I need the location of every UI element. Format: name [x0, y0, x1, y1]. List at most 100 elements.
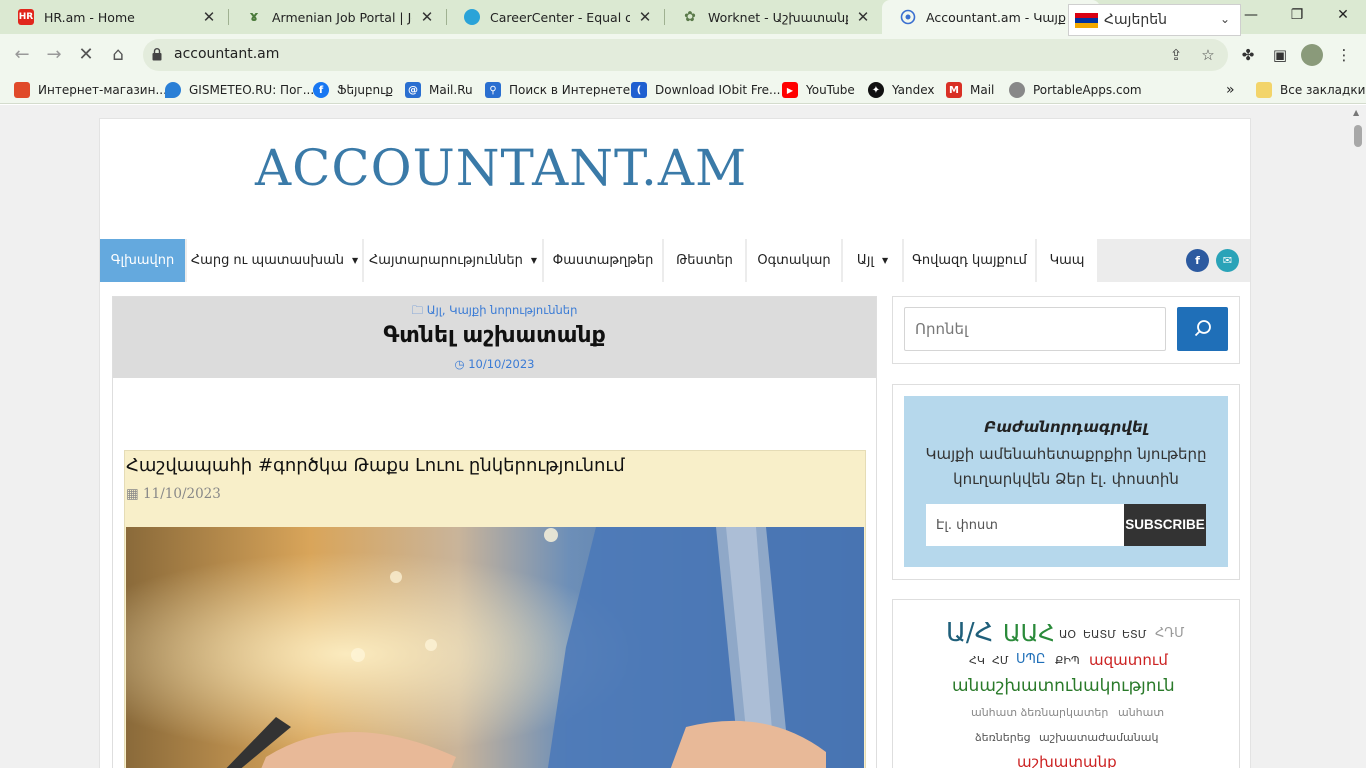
- profile-avatar[interactable]: [1301, 44, 1323, 66]
- tag-link[interactable]: ՀՄ: [992, 654, 1009, 667]
- subscribe-button[interactable]: SUBSCRIBE: [1124, 504, 1206, 546]
- bookmark-item[interactable]: GISMETEO.RU: Пог...: [165, 81, 314, 99]
- nav-home[interactable]: Գլխավոր: [100, 239, 187, 282]
- forward-button[interactable]: →: [39, 40, 69, 70]
- subscribe-heading: Բաժանորդագրվել: [984, 418, 1148, 436]
- tag-link[interactable]: ԱԱՀ: [1003, 621, 1055, 647]
- page-scrollbar[interactable]: ▲: [1350, 105, 1366, 768]
- tag-link[interactable]: անհատ: [1118, 706, 1164, 719]
- bookmark-item[interactable]: ▶ YouTube: [782, 81, 855, 99]
- bookmark-item[interactable]: ✦ Yandex: [868, 81, 935, 99]
- nav-announcements[interactable]: Հայտարարություններ ▼: [364, 239, 544, 282]
- nav-useful[interactable]: Օգտակար: [747, 239, 843, 282]
- tab-hr-am[interactable]: HR HR.am - Home ✕: [0, 0, 228, 34]
- calendar-icon: ▦: [126, 486, 144, 502]
- tab-title: Armenian Job Portal | Jobs in: [272, 9, 412, 25]
- envelope-icon[interactable]: ✉: [1216, 249, 1239, 272]
- tag-link[interactable]: ՀԴՄ: [1155, 626, 1184, 641]
- email-field[interactable]: Էլ. փոստ: [926, 504, 1124, 546]
- chevron-down-icon: ⌄: [1219, 12, 1230, 26]
- search-icon: ⚲: [485, 82, 501, 98]
- bookmarks-overflow-icon[interactable]: »: [1226, 81, 1235, 99]
- stop-loading-button[interactable]: ✕: [71, 40, 101, 70]
- address-bar[interactable]: accountant.am ⇪ ☆: [143, 39, 1228, 71]
- store-icon: [14, 82, 30, 98]
- article-image[interactable]: [126, 527, 864, 768]
- bookmark-item[interactable]: @ Mail.Ru: [405, 81, 473, 99]
- youtube-icon: ▶: [782, 82, 798, 98]
- tag-link[interactable]: Ա/Հ: [946, 618, 993, 648]
- tag-link[interactable]: աշխատաժամանակ: [1039, 731, 1158, 744]
- folder-icon: 🗀: [411, 303, 427, 317]
- search-icon: [1194, 320, 1211, 337]
- bookmark-item[interactable]: PortableApps.com: [1009, 81, 1142, 99]
- tag-link[interactable]: ԱՕ: [1059, 628, 1076, 641]
- nav-tests[interactable]: Թեստեր: [664, 239, 747, 282]
- article-date: ▦ 11/10/2023: [126, 486, 221, 502]
- main-nav: Գլխավոր Հարց ու պատասխան ▼ Հայտարարությու…: [100, 239, 1250, 282]
- search-button[interactable]: [1177, 307, 1228, 351]
- nav-documents[interactable]: Փաստաթղթեր: [544, 239, 664, 282]
- tab-careercenter[interactable]: CareerCenter - Equal opport ✕: [446, 0, 664, 34]
- bookmark-star-icon[interactable]: ☆: [1198, 45, 1218, 65]
- close-tab-icon[interactable]: ✕: [854, 8, 872, 26]
- tag-link[interactable]: ՀԿ: [969, 654, 985, 667]
- site-logo[interactable]: ACCOUNTANT.AM: [255, 139, 747, 197]
- nav-contact[interactable]: Կապ: [1037, 239, 1099, 282]
- drop-icon: [165, 82, 181, 98]
- close-window-button[interactable]: ✕: [1320, 0, 1366, 30]
- restore-button[interactable]: ❐: [1274, 0, 1320, 30]
- nav-qa[interactable]: Հարց ու պատասխան ▼: [187, 239, 364, 282]
- tab-title: Worknet - Աշխատանքայի: [708, 9, 848, 25]
- iobit-icon: (: [631, 82, 647, 98]
- article-card[interactable]: Հաշվապահի #գործկա Թաքս Լուու ընկերությու…: [124, 450, 866, 768]
- clock-icon: ◷: [454, 357, 469, 371]
- tag-link[interactable]: ՔԻՊ: [1055, 654, 1080, 667]
- facebook-icon[interactable]: f: [1186, 249, 1209, 272]
- tag-link[interactable]: ԵՏՄ: [1122, 628, 1147, 641]
- extensions-icon[interactable]: ✤: [1237, 44, 1259, 66]
- nav-other[interactable]: Այլ ▼: [843, 239, 904, 282]
- post-header: 🗀 Այլ, Կայքի նորություններ Գտնել աշխատան…: [113, 297, 876, 378]
- site-container: ACCOUNTANT.AM Գլխավոր Հարց ու պատասխան ▼ …: [99, 118, 1251, 768]
- caret-down-icon: ▼: [351, 256, 359, 265]
- side-panel-icon[interactable]: ▣: [1269, 44, 1291, 66]
- lock-icon: [152, 48, 162, 61]
- bookmark-item[interactable]: Интернет-магазин...: [14, 81, 167, 99]
- tab-worknet[interactable]: ✿ Worknet - Աշխատանքայի ✕: [664, 0, 882, 34]
- folder-icon: [1256, 82, 1272, 98]
- scroll-up-icon[interactable]: ▲: [1353, 108, 1359, 117]
- article-title[interactable]: Հաշվապահի #գործկա Թաքս Լուու ընկերությու…: [126, 455, 625, 476]
- bookmark-item[interactable]: f Ֆեյսբուք: [313, 81, 393, 99]
- tag-link[interactable]: ձեռներեց: [975, 731, 1031, 744]
- all-bookmarks[interactable]: Все закладки: [1256, 81, 1365, 99]
- yandex-icon: ✦: [868, 82, 884, 98]
- post-date: ◷ 10/10/2023: [454, 357, 535, 371]
- tag-link[interactable]: ՍՊԸ: [1016, 652, 1045, 667]
- tag-link[interactable]: անհատ ձեռնարկատեր: [971, 706, 1108, 719]
- menu-icon[interactable]: ⋮: [1333, 44, 1355, 66]
- language-selector[interactable]: Հայերեն ⌄: [1068, 4, 1241, 36]
- bookmark-item[interactable]: M Mail: [946, 81, 994, 99]
- close-tab-icon[interactable]: ✕: [200, 8, 218, 26]
- search-input[interactable]: Որոնել: [904, 307, 1166, 351]
- tag-link[interactable]: ԵԱՏՄ: [1083, 628, 1116, 641]
- tag-link[interactable]: անաշխատունակություն: [952, 676, 1175, 696]
- tag-link[interactable]: ազատում: [1089, 651, 1168, 669]
- tab-job-portal[interactable]: ɤ Armenian Job Portal | Jobs in ✕: [228, 0, 446, 34]
- worknet-icon: ✿: [684, 9, 696, 25]
- home-button[interactable]: ⌂: [103, 40, 133, 70]
- nav-advertising[interactable]: Գովազդ կայքում: [904, 239, 1037, 282]
- scrollbar-thumb[interactable]: [1354, 125, 1362, 147]
- tag-link[interactable]: աշխատանք: [1017, 753, 1117, 768]
- bookmark-item[interactable]: ⚲ Поиск в Интернете: [485, 81, 630, 99]
- bookmark-item[interactable]: (Download IObit Fre...: [631, 81, 780, 99]
- close-tab-icon[interactable]: ✕: [418, 8, 436, 26]
- search-widget: Որոնել: [892, 296, 1240, 364]
- close-tab-icon[interactable]: ✕: [636, 8, 654, 26]
- url-text: accountant.am: [174, 46, 280, 62]
- post-category[interactable]: 🗀 Այլ, Կայքի նորություններ: [113, 303, 876, 322]
- share-icon[interactable]: ⇪: [1166, 45, 1186, 65]
- back-button[interactable]: ←: [7, 40, 37, 70]
- page-viewport: ACCOUNTANT.AM Գլխավոր Հարց ու պատասխան ▼ …: [0, 105, 1350, 768]
